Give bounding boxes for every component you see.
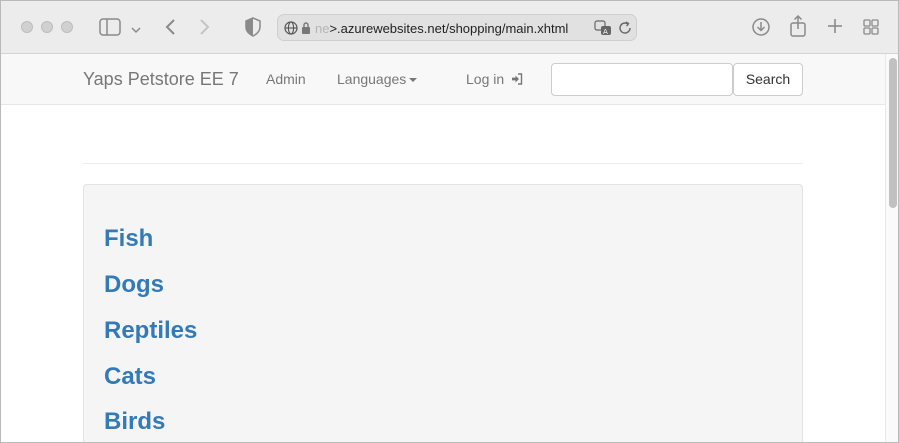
plus-icon[interactable] bbox=[827, 18, 843, 37]
chevron-right-icon[interactable] bbox=[199, 18, 211, 39]
lock-icon bbox=[301, 21, 311, 38]
category-panel: Fish Dogs Reptiles Cats Birds bbox=[83, 184, 803, 442]
category-link-cats[interactable]: Cats bbox=[104, 363, 156, 391]
share-icon[interactable] bbox=[790, 14, 806, 40]
url-faded-prefix: ne bbox=[315, 21, 330, 36]
caret-down-icon bbox=[409, 78, 418, 83]
languages-dropdown[interactable]: Languages bbox=[337, 71, 418, 87]
browser-window: ne>.azurewebsites.net/shopping/main.xhtm… bbox=[0, 0, 899, 443]
category-link-reptiles[interactable]: Reptiles bbox=[104, 317, 197, 345]
category-link-fish[interactable]: Fish bbox=[104, 225, 153, 253]
sign-in-icon bbox=[512, 73, 523, 85]
close-window-button[interactable] bbox=[21, 21, 33, 33]
site-navbar: Yaps Petstore EE 7 Admin Languages Log i… bbox=[1, 54, 885, 105]
scrollbar-thumb[interactable] bbox=[889, 58, 897, 208]
zoom-window-button[interactable] bbox=[61, 21, 73, 33]
reload-icon[interactable] bbox=[618, 21, 632, 38]
search-button[interactable]: Search bbox=[733, 63, 803, 96]
url-main: >.azurewebsites.net/shopping/main.xhtml bbox=[329, 21, 569, 36]
divider bbox=[83, 163, 803, 164]
category-link-birds[interactable]: Birds bbox=[104, 408, 165, 436]
browser-toolbar: ne>.azurewebsites.net/shopping/main.xhtm… bbox=[1, 1, 898, 54]
translate-icon[interactable]: A bbox=[594, 20, 612, 39]
svg-text:A: A bbox=[603, 28, 608, 36]
address-bar[interactable]: ne>.azurewebsites.net/shopping/main.xhtm… bbox=[277, 14, 637, 41]
page-scrollbar[interactable] bbox=[885, 54, 898, 442]
brand-link[interactable]: Yaps Petstore EE 7 bbox=[83, 69, 239, 90]
shield-icon[interactable] bbox=[245, 17, 261, 40]
login-link[interactable]: Log in bbox=[466, 71, 523, 87]
url-text[interactable]: ne>.azurewebsites.net/shopping/main.xhtm… bbox=[315, 21, 568, 36]
admin-link[interactable]: Admin bbox=[266, 71, 306, 87]
search-input[interactable] bbox=[551, 63, 733, 96]
login-label: Log in bbox=[466, 71, 505, 87]
minimize-window-button[interactable] bbox=[41, 21, 53, 33]
category-link-dogs[interactable]: Dogs bbox=[104, 271, 164, 299]
download-icon[interactable] bbox=[752, 18, 770, 39]
globe-icon bbox=[284, 21, 298, 38]
chevron-down-icon[interactable] bbox=[131, 21, 141, 37]
tab-overview-icon[interactable] bbox=[863, 19, 879, 38]
languages-label: Languages bbox=[337, 71, 407, 87]
chevron-left-icon[interactable] bbox=[164, 18, 176, 39]
sidebar-icon[interactable] bbox=[99, 18, 121, 39]
